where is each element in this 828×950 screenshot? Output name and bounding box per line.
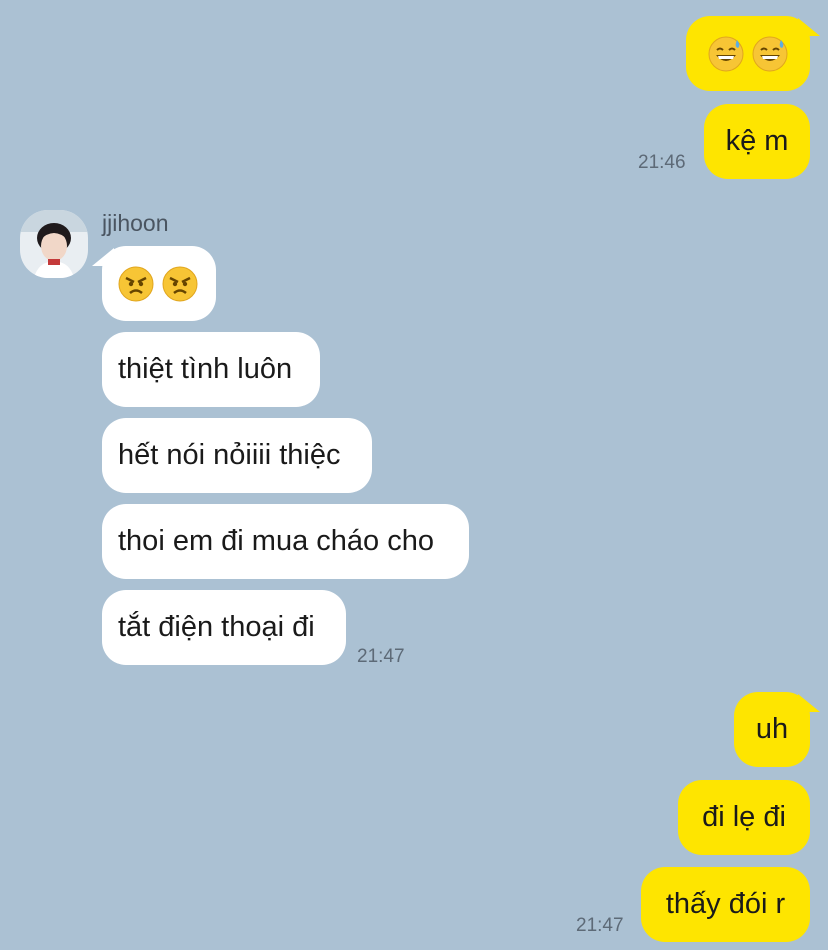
outgoing-bubble-tail (798, 18, 820, 36)
message-text: hết nói nỏiiii thiệc (118, 439, 341, 471)
message-text: thoi em đi mua cháo cho (118, 525, 434, 557)
message-text: đi lẹ đi (702, 801, 786, 833)
avatar[interactable] (20, 210, 88, 278)
avatar-image (20, 210, 88, 278)
incoming-message[interactable]: thoi em đi mua cháo cho (102, 504, 469, 579)
outgoing-message-emoji[interactable] (686, 16, 810, 91)
angry-face-emoji-icon (118, 266, 154, 301)
outgoing-message[interactable]: đi lẹ đi (678, 780, 810, 855)
message-text: thấy đói r (665, 888, 786, 920)
message-text: uh (755, 713, 789, 745)
incoming-message[interactable]: hết nói nỏiiii thiệc (102, 418, 372, 493)
grinning-sweat-emoji-icon (752, 36, 788, 71)
outgoing-message[interactable]: kệ m (704, 104, 810, 179)
message-timestamp: 21:47 (357, 646, 405, 667)
grinning-sweat-emoji-icon (708, 36, 744, 71)
message-timestamp: 21:47 (576, 915, 624, 936)
message-text: thiệt tình luôn (118, 353, 293, 385)
message-timestamp: 21:46 (638, 152, 686, 173)
incoming-message[interactable]: tắt điện thoại đi (102, 590, 346, 665)
incoming-message-emoji[interactable] (102, 246, 216, 321)
incoming-bubble-tail (92, 248, 114, 266)
message-text: kệ m (725, 125, 789, 157)
incoming-message[interactable]: thiệt tình luôn (102, 332, 320, 407)
angry-face-emoji-icon (162, 266, 198, 301)
message-text: tắt điện thoại đi (118, 611, 315, 643)
outgoing-bubble-tail (798, 694, 820, 712)
sender-name: jjihoon (102, 210, 169, 236)
outgoing-message[interactable]: thấy đói r (641, 867, 810, 942)
